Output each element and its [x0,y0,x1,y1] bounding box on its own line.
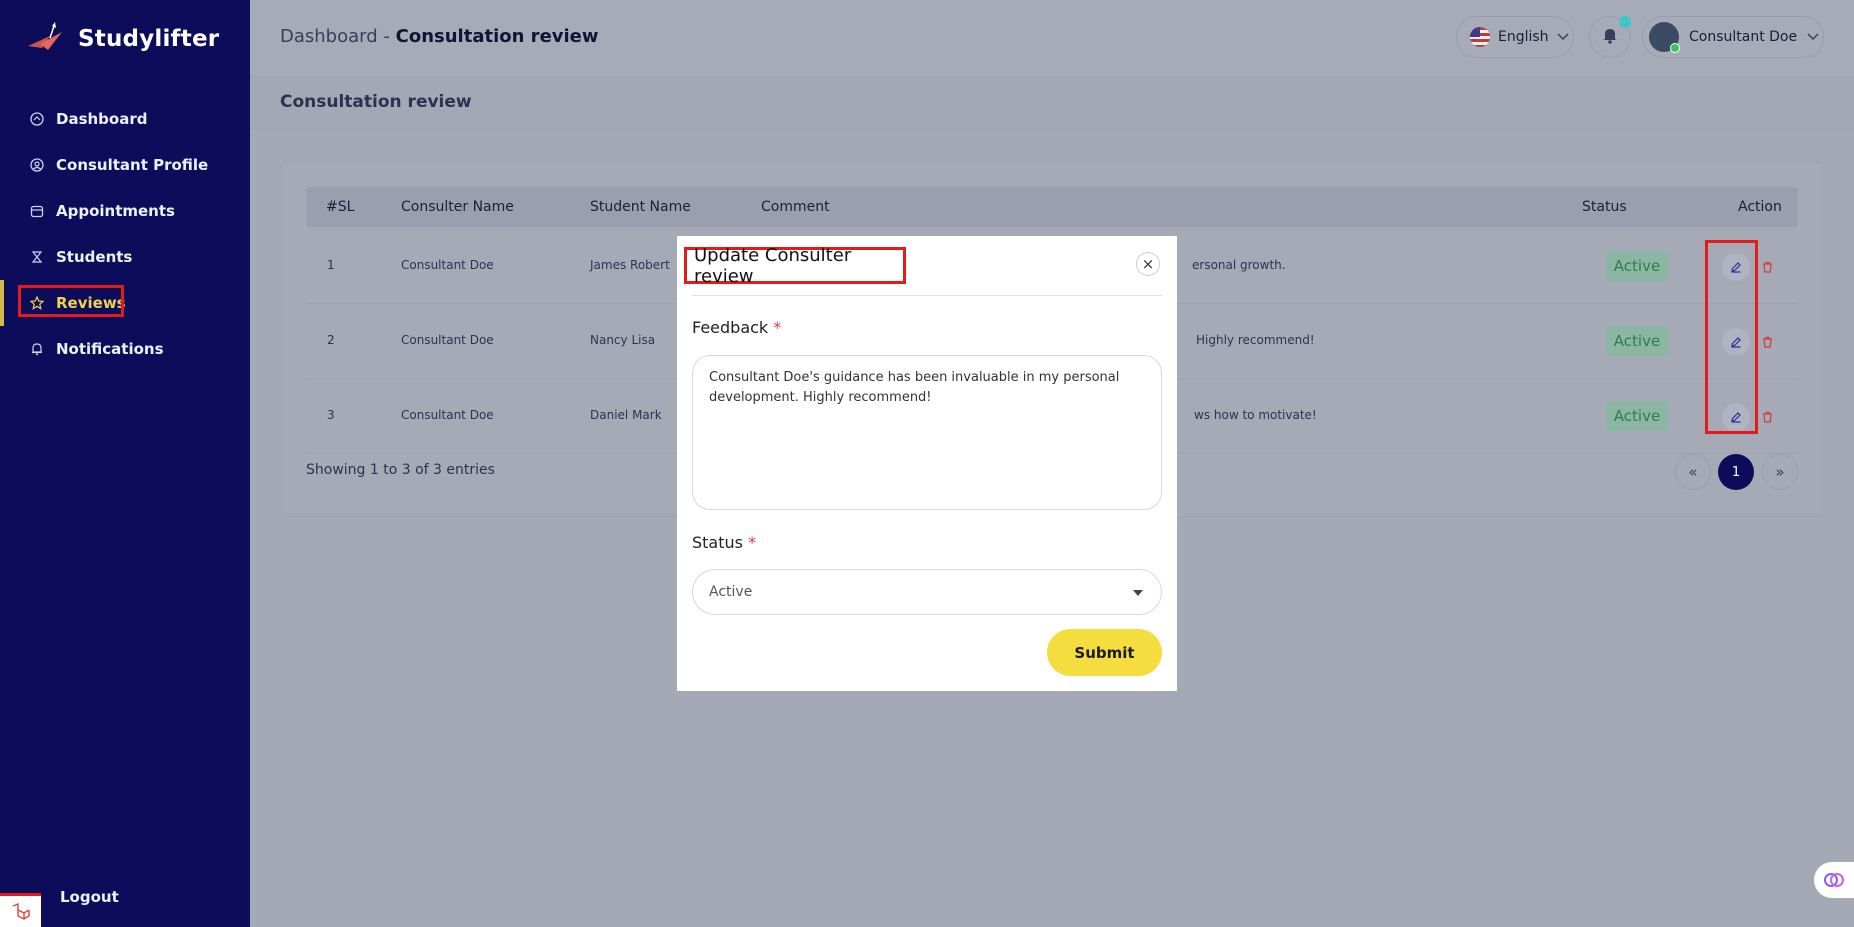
bell-icon [1602,26,1618,48]
action-column-highlight-box [1705,240,1758,434]
column-header-status: Status [1582,199,1627,215]
brand[interactable]: Studylifter [26,22,219,56]
cell-comment: Highly recommend! [1196,333,1315,347]
column-header-consulter: Consulter Name [401,199,514,215]
language-selector[interactable]: English [1456,16,1574,58]
cell-comment: ws how to motivate! [1194,408,1317,422]
assistant-widget-button[interactable] [1814,862,1854,898]
column-header-sl: #SL [326,199,355,215]
feedback-textarea[interactable]: Consultant Doe's guidance has been inval… [692,355,1162,510]
page-header: Consultation review [250,76,1854,130]
sidebar-item-label: Consultant Profile [56,156,209,174]
chevron-down-icon [1557,29,1569,45]
pagination-prev[interactable]: « [1675,454,1711,490]
sidebar-item-dashboard[interactable]: Dashboard [0,96,250,142]
avatar [1649,22,1680,53]
notification-dot [1619,16,1631,28]
update-review-modal: Update Consulter review × Feedback * Con… [677,236,1177,691]
table-header: #SL Consulter Name Student Name Comment … [306,187,1798,227]
status-badge: Active [1606,401,1668,431]
user-name: Consultant Doe [1689,29,1798,45]
column-header-student: Student Name [590,199,691,215]
required-mark: * [748,533,757,552]
student-icon [30,250,44,264]
pagination-page-current[interactable]: 1 [1718,454,1754,490]
home-icon [30,112,44,126]
sidebar-item-students[interactable]: Students [0,234,250,280]
status-badge: Active [1606,251,1668,281]
sidebar-item-consultant-profile[interactable]: Consultant Profile [0,142,250,188]
reviews-highlight-box [18,285,124,317]
sidebar: Studylifter Dashboard Consultant Profile… [0,0,250,927]
status-label: Status * [692,533,756,552]
cell-consulter: Consultant Doe [401,258,494,272]
modal-divider [692,295,1162,296]
sidebar-item-appointments[interactable]: Appointments [0,188,250,234]
page-title: Consultation review [280,92,472,112]
brain-icon [1824,873,1844,887]
user-circle-icon [30,158,44,172]
logout-button[interactable]: Logout [60,888,119,906]
breadcrumb-separator: - [383,26,390,47]
cell-student: James Robert [590,258,670,272]
sidebar-item-label: Students [56,248,133,266]
pagination-next[interactable]: » [1762,454,1798,490]
cell-comment: ersonal growth. [1192,258,1286,272]
us-flag-icon [1470,27,1490,47]
brand-name: Studylifter [78,26,220,52]
sidebar-item-label: Notifications [56,340,164,358]
status-label-text: Status [692,533,743,552]
column-header-comment: Comment [761,199,830,215]
status-badge: Active [1606,326,1668,356]
language-label: English [1498,29,1549,45]
cell-sl: 3 [327,408,335,422]
sidebar-item-label: Appointments [56,202,175,220]
status-select[interactable]: Active [692,569,1162,615]
bell-icon [30,342,44,356]
breadcrumb-current: Consultation review [395,26,599,47]
cell-student: Daniel Mark [590,408,662,422]
cell-student: Nancy Lisa [590,333,656,347]
cell-consulter: Consultant Doe [401,333,494,347]
modal-title: Update Consulter review [684,245,906,287]
feedback-label: Feedback * [692,318,781,337]
caret-down-icon [1133,590,1143,596]
close-button[interactable]: × [1136,252,1160,276]
trash-icon [1762,336,1772,348]
top-header: Dashboard - Consultation review English … [250,0,1854,76]
chevron-down-icon [1807,29,1819,45]
cell-sl: 2 [327,333,335,347]
user-menu[interactable]: Consultant Doe [1642,16,1824,58]
entries-info: Showing 1 to 3 of 3 entries [306,462,495,478]
delete-button[interactable] [1755,253,1779,281]
trash-icon [1762,411,1772,423]
status-select-value: Active [709,584,753,600]
cell-sl: 1 [327,258,335,272]
delete-button[interactable] [1755,403,1779,431]
feedback-label-text: Feedback [692,318,769,337]
logo-icon [26,22,68,56]
submit-button[interactable]: Submit [1047,629,1162,676]
column-header-action: Action [1738,199,1782,215]
sidebar-item-notifications[interactable]: Notifications [0,326,250,372]
delete-button[interactable] [1755,328,1779,356]
breadcrumb-root[interactable]: Dashboard [280,26,378,47]
cell-consulter: Consultant Doe [401,408,494,422]
calendar-icon [30,204,44,218]
laravel-icon[interactable] [0,893,41,927]
sidebar-nav: Dashboard Consultant Profile Appointment… [0,96,250,372]
trash-icon [1762,261,1772,273]
sidebar-item-label: Dashboard [56,110,148,128]
required-mark: * [773,318,782,337]
breadcrumb: Dashboard - Consultation review [280,26,599,47]
